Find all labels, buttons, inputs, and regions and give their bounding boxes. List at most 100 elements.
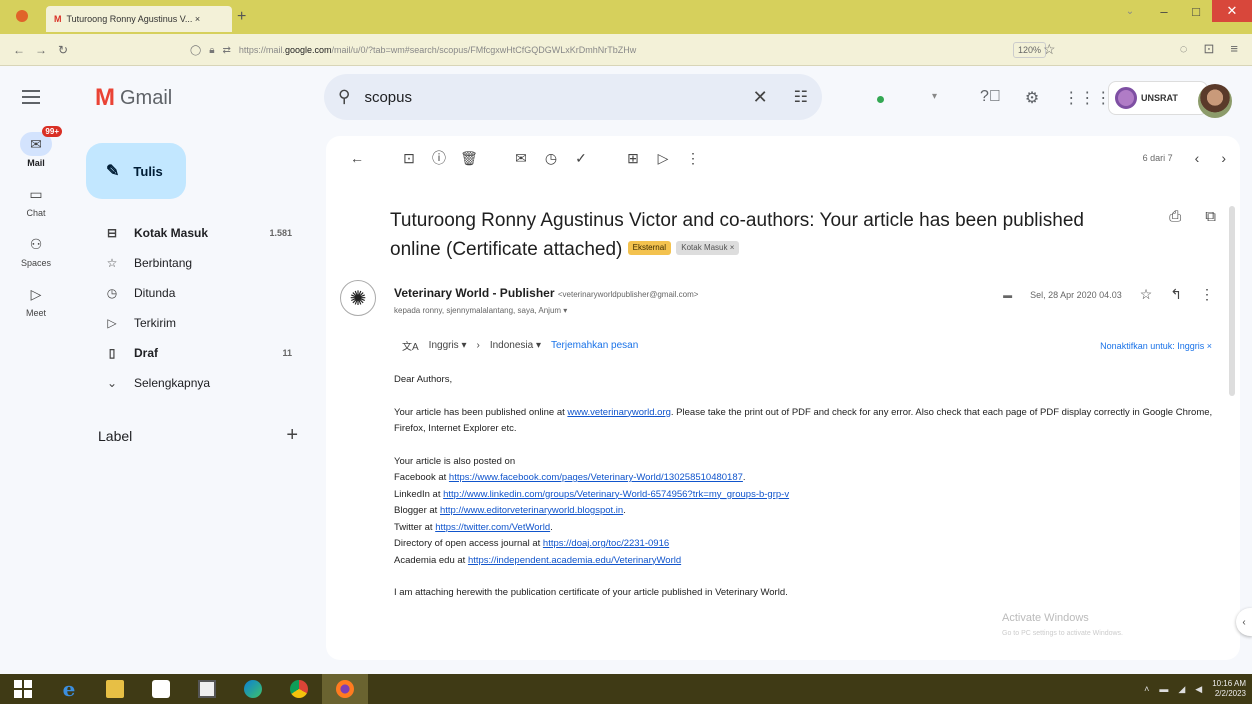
status-indicator[interactable] xyxy=(877,96,884,103)
open-new-window-icon[interactable]: ⧉ xyxy=(1205,208,1216,225)
minimize-button[interactable]: – xyxy=(1148,0,1180,22)
rail-item-chat[interactable]: ▭ Chat xyxy=(0,182,72,219)
search-icon[interactable]: ⚲ xyxy=(338,87,350,107)
reload-icon[interactable]: ↻ xyxy=(52,43,74,57)
taskbar-firefox[interactable] xyxy=(322,674,368,704)
apps-grid-icon[interactable]: ⋮⋮⋮ xyxy=(1063,88,1111,108)
start-button[interactable] xyxy=(0,674,46,704)
volume-icon[interactable]: ◀ xyxy=(1195,684,1202,695)
extensions-icon[interactable]: ⊡ xyxy=(1204,41,1215,57)
inbox-label-chip[interactable]: Kotak Masuk × xyxy=(676,240,740,255)
sender-avatar[interactable]: ✺ xyxy=(340,280,376,316)
maximize-button[interactable]: □ xyxy=(1180,0,1212,22)
meet-icon: ▷ xyxy=(30,285,42,302)
disable-translate-link[interactable]: Nonaktifkan untuk: Inggris × xyxy=(1100,341,1212,351)
clock[interactable]: 10:16 AM 2/2/2023 xyxy=(1212,679,1246,699)
taskbar-edge[interactable] xyxy=(230,674,276,704)
settings-gear-icon[interactable]: ⚙ xyxy=(1025,88,1039,108)
tab-list-chevron-icon[interactable]: ⌄ xyxy=(1112,0,1148,22)
taskbar-explorer[interactable] xyxy=(92,674,138,704)
clear-search-icon[interactable]: ✕ xyxy=(753,87,768,108)
sender-name[interactable]: Veterinary World - Publisher xyxy=(394,286,555,300)
system-tray: ˄ ▬ ◢ ◀ 10:16 AM 2/2/2023 xyxy=(1144,679,1252,699)
taskbar-office[interactable] xyxy=(138,674,184,704)
archive-icon[interactable]: ⊡ xyxy=(394,150,424,167)
main-menu-icon[interactable] xyxy=(22,90,40,104)
url-bar[interactable]: ◯ 🔒︎ ⇄ https://mail.google.com/mail/u/0/… xyxy=(190,38,1050,62)
shield-icon[interactable]: ◯ xyxy=(190,45,201,56)
permissions-icon[interactable]: ⇄ xyxy=(223,45,231,56)
scrollbar-thumb[interactable] xyxy=(1229,206,1235,396)
status-chevron-icon[interactable]: ▾ xyxy=(932,91,937,102)
battery-icon[interactable]: ▬ xyxy=(1159,684,1168,694)
search-input[interactable] xyxy=(364,88,725,106)
gmail-logo[interactable]: M Gmail xyxy=(95,84,172,112)
help-icon[interactable]: ?⃝ xyxy=(980,88,1001,108)
nav-item-inbox[interactable]: ⊟ Kotak Masuk 1.581 xyxy=(86,218,310,248)
scrollbar[interactable] xyxy=(1226,186,1240,656)
taskbar-ie[interactable]: e xyxy=(46,674,92,704)
website-link[interactable]: www.veterinaryworld.org xyxy=(567,407,670,418)
next-message-icon[interactable]: › xyxy=(1221,150,1226,166)
recipients-line[interactable]: kepada ronny, sjennymalalantang, saya, A… xyxy=(394,306,567,315)
avatar[interactable] xyxy=(1198,84,1232,118)
translate-message-link[interactable]: Terjemahkan pesan xyxy=(551,340,638,351)
nav-item-snoozed[interactable]: ◷ Ditunda xyxy=(86,278,310,308)
report-spam-icon[interactable]: ⓘ xyxy=(424,148,454,168)
academia-link[interactable]: https://independent.academia.edu/Veterin… xyxy=(468,555,681,566)
snooze-icon[interactable]: ◷ xyxy=(536,150,566,167)
facebook-link[interactable]: https://www.facebook.com/pages/Veterinar… xyxy=(449,472,743,483)
nav-item-starred[interactable]: ☆ Berbintang xyxy=(86,248,310,278)
tray-chevron-icon[interactable]: ˄ xyxy=(1144,684,1149,694)
source-language-select[interactable]: Inggris ▾ xyxy=(429,340,467,351)
url-text[interactable]: https://mail.google.com/mail/u/0/?tab=wm… xyxy=(239,45,879,55)
clock-time: 10:16 AM xyxy=(1212,679,1246,688)
add-task-icon[interactable]: ✓ xyxy=(566,150,596,167)
target-language-select[interactable]: Indonesia ▾ xyxy=(490,340,541,351)
rail-item-mail[interactable]: ✉ 99+ Mail xyxy=(0,126,72,168)
twitter-link[interactable]: https://twitter.com/VetWorld xyxy=(435,522,550,533)
bookmark-star-icon[interactable]: ☆ xyxy=(1043,41,1056,58)
compose-button[interactable]: ✎ Tulis xyxy=(86,143,186,199)
search-options-icon[interactable]: ☷ xyxy=(794,87,808,107)
network-icon[interactable]: ◢ xyxy=(1178,684,1185,695)
rail-item-spaces[interactable]: ⚇ Spaces xyxy=(0,232,72,269)
nav-item-sent[interactable]: ▷ Terkirim xyxy=(86,308,310,338)
move-to-icon[interactable]: ⊞ xyxy=(618,150,648,167)
lock-icon[interactable]: 🔒︎ xyxy=(209,45,214,56)
back-to-list-icon[interactable]: ← xyxy=(342,150,372,166)
forward-arrow-icon[interactable]: → xyxy=(30,43,52,57)
pocket-icon[interactable]: ◌ xyxy=(1180,41,1188,57)
linkedin-link[interactable]: http://www.linkedin.com/groups/Veterinar… xyxy=(443,489,789,500)
taskbar-app[interactable] xyxy=(184,674,230,704)
new-tab-button[interactable]: + xyxy=(237,8,246,26)
more-options-icon[interactable]: ⋮ xyxy=(678,150,708,167)
taskbar-chrome[interactable] xyxy=(276,674,322,704)
print-icon[interactable]: ⎙ xyxy=(1169,208,1181,225)
clock-date: 2/2/2023 xyxy=(1214,689,1246,698)
windows-logo-icon xyxy=(14,680,32,698)
firefox-menu-icon[interactable] xyxy=(16,10,28,22)
close-button[interactable]: ✕ xyxy=(1212,0,1252,22)
delete-icon[interactable]: 🗑︎ xyxy=(454,150,484,167)
prev-message-icon[interactable]: ‹ xyxy=(1195,150,1200,166)
labels-heading: Label xyxy=(98,428,133,444)
nav-item-drafts[interactable]: ▯ Draf 11 xyxy=(86,338,310,368)
doaj-link[interactable]: https://doaj.org/toc/2231-0916 xyxy=(543,538,669,549)
label-icon[interactable]: ▷ xyxy=(648,150,678,167)
menu-icon[interactable]: ≡ xyxy=(1230,41,1238,57)
nav-item-more[interactable]: ⌄ Selengkapnya xyxy=(86,368,310,398)
mark-unread-icon[interactable]: ✉ xyxy=(506,150,536,167)
reply-icon[interactable]: ↰ xyxy=(1170,286,1182,303)
message-date: Sel, 28 Apr 2020 04.03 xyxy=(1030,289,1122,300)
star-message-icon[interactable]: ☆ xyxy=(1140,286,1153,303)
back-arrow-icon[interactable]: ← xyxy=(8,43,30,57)
zoom-level[interactable]: 120% xyxy=(1013,42,1047,58)
message-more-icon[interactable]: ⋮ xyxy=(1200,286,1214,303)
blogger-link[interactable]: http://www.editorveterinaryworld.blogspo… xyxy=(440,505,623,516)
rail-item-meet[interactable]: ▷ Meet xyxy=(0,282,72,319)
add-label-button[interactable]: + xyxy=(286,425,298,445)
browser-tab[interactable]: M Tuturoong Ronny Agustinus V... × xyxy=(46,6,232,32)
send-icon: ▷ xyxy=(107,316,117,330)
account-org-badge[interactable]: UNSRAT xyxy=(1108,81,1208,115)
